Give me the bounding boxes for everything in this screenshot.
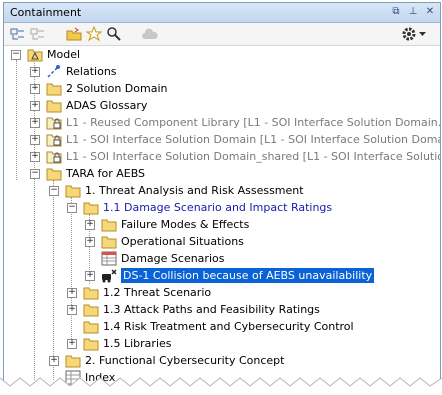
package-icon [46, 81, 62, 96]
tree-item-label: 1.1 Damage Scenario and Impact Ratings [103, 201, 333, 214]
package-icon [83, 302, 99, 317]
panel-titlebar: Containment ⧉ ⊥ ✕ [4, 3, 440, 23]
open-folder-icon[interactable] [66, 26, 82, 42]
tree-item-threat-scenario[interactable]: + 1.2 Threat Scenario [4, 284, 440, 301]
tree-item-label: Relations [66, 65, 117, 78]
tree-item-relations[interactable]: + Relations [4, 63, 440, 80]
search-icon[interactable] [106, 26, 122, 42]
package-icon [46, 98, 62, 113]
package-icon [46, 166, 62, 181]
expand-toggle[interactable]: + [67, 288, 77, 298]
expand-toggle[interactable]: + [30, 67, 40, 77]
package-icon [65, 353, 81, 368]
tree-item-label: DS-1 Collision because of AEBS unavailab… [119, 267, 376, 284]
tree-item-damage-scenarios[interactable]: Damage Scenarios [4, 250, 440, 267]
dropdown-icon[interactable] [418, 26, 428, 42]
package-icon [83, 285, 99, 300]
collapse-toggle[interactable]: − [49, 186, 59, 196]
expand-toggle[interactable]: + [30, 84, 40, 94]
containment-tree: − Model + Relations + 2 Solution Domain … [4, 46, 440, 386]
tree-item-attack-paths[interactable]: + 1.3 Attack Paths and Feasibility Ratin… [4, 301, 440, 318]
expand-all-icon[interactable] [30, 26, 46, 42]
tree-item-label: 2 Solution Domain [66, 82, 168, 95]
tree-item-label: 1.5 Libraries [103, 337, 172, 350]
shared-package-icon [46, 149, 62, 164]
close-icon[interactable]: ✕ [424, 5, 436, 19]
expand-toggle[interactable]: + [30, 118, 40, 128]
expand-toggle[interactable]: + [85, 271, 95, 281]
tree-item-tara-for-aebs[interactable]: − TARA for AEBS [4, 165, 440, 182]
package-icon [83, 336, 99, 351]
tree-item-label: L1 - SOI Interface Solution Domain [L1 -… [66, 133, 441, 146]
restore-icon[interactable]: ⧉ [390, 5, 402, 19]
tree-item-reused-component-library[interactable]: + L1 - Reused Component Library [L1 - SO… [4, 114, 440, 131]
collapse-toggle[interactable]: − [11, 50, 21, 60]
tree-item-label: TARA for AEBS [66, 167, 146, 180]
model-icon [27, 47, 43, 62]
relations-icon [46, 64, 62, 79]
tree-item-adas-glossary[interactable]: + ADAS Glossary [4, 97, 440, 114]
torn-edge [0, 377, 442, 395]
gear-icon[interactable] [401, 26, 417, 42]
tree-item-damage-scenario-ratings[interactable]: − 1.1 Damage Scenario and Impact Ratings [4, 199, 440, 216]
tree-item-label: ADAS Glossary [66, 99, 148, 112]
pin-icon[interactable]: ⊥ [407, 5, 419, 19]
star-icon[interactable] [86, 26, 102, 42]
table-icon [101, 251, 117, 266]
tree-item-solution-domain[interactable]: + 2 Solution Domain [4, 80, 440, 97]
package-icon [83, 319, 99, 334]
panel-title: Containment [10, 6, 82, 19]
tree-item-risk-treatment[interactable]: 1.4 Risk Treatment and Cybersecurity Con… [4, 318, 440, 335]
expand-toggle[interactable]: + [30, 152, 40, 162]
tree-item-libraries[interactable]: + 1.5 Libraries [4, 335, 440, 352]
expand-toggle[interactable]: + [30, 135, 40, 145]
tree-item-soi-interface-shared[interactable]: + L1 - SOI Interface Solution Domain_sha… [4, 148, 440, 165]
containment-panel: Containment ⧉ ⊥ ✕ − Model + Relations + … [3, 2, 441, 387]
expand-toggle[interactable]: + [67, 305, 77, 315]
expand-toggle[interactable]: + [85, 220, 95, 230]
tree-item-label: L1 - SOI Interface Solution Domain_share… [66, 150, 441, 163]
tree-item-functional-concept[interactable]: + 2. Functional Cybersecurity Concept [4, 352, 440, 369]
cloud-icon[interactable] [142, 26, 158, 42]
tree-item-label: L1 - Reused Component Library [L1 - SOI … [66, 116, 441, 129]
tree-item-label: 1.3 Attack Paths and Feasibility Ratings [103, 303, 320, 316]
tree-item-operational-situations[interactable]: + Operational Situations [4, 233, 440, 250]
tree-item-label: Failure Modes & Effects [121, 218, 250, 231]
tree-item-soi-interface[interactable]: + L1 - SOI Interface Solution Domain [L1… [4, 131, 440, 148]
collapse-all-icon[interactable] [10, 26, 26, 42]
collapse-toggle[interactable]: − [67, 203, 77, 213]
tree-item-failure-modes[interactable]: + Failure Modes & Effects [4, 216, 440, 233]
expand-toggle[interactable]: + [49, 356, 59, 366]
shared-package-icon [46, 115, 62, 130]
tree-item-label: Model [47, 48, 81, 61]
collapse-toggle[interactable]: − [30, 169, 40, 179]
package-icon [101, 217, 117, 232]
tree-item-threat-analysis[interactable]: − 1. Threat Analysis and Risk Assessment [4, 182, 440, 199]
expand-toggle[interactable]: + [67, 339, 77, 349]
tree-item-label: 1.4 Risk Treatment and Cybersecurity Con… [103, 320, 354, 333]
expand-toggle[interactable]: + [30, 101, 40, 111]
tree-item-label: 1. Threat Analysis and Risk Assessment [85, 184, 304, 197]
tree-item-label: Operational Situations [121, 235, 244, 248]
damage-scenario-icon [101, 268, 117, 283]
shared-package-icon [46, 132, 62, 147]
tree-item-label: 1.2 Threat Scenario [103, 286, 212, 299]
tree-item-label: 2. Functional Cybersecurity Concept [85, 354, 285, 367]
expand-toggle[interactable]: + [85, 237, 95, 247]
package-icon [65, 183, 81, 198]
tree-item-model[interactable]: − Model [4, 46, 440, 63]
tree-item-ds1-collision[interactable]: + DS-1 Collision because of AEBS unavail… [4, 267, 440, 284]
package-icon [101, 234, 117, 249]
package-icon [83, 200, 99, 215]
toolbar [4, 23, 440, 46]
tree-item-label: Damage Scenarios [121, 252, 225, 265]
